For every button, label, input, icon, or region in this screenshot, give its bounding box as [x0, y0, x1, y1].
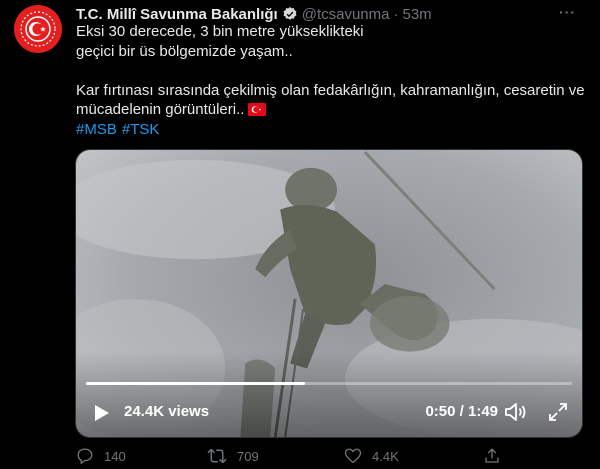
video-progress-fill: [86, 382, 305, 385]
heart-icon: [344, 448, 362, 464]
hashtag-link[interactable]: #TSK: [122, 121, 160, 138]
hashtag-link[interactable]: #MSB: [76, 121, 117, 138]
tweet-line: Eksi 30 derecede, 3 bin metre yükseklikt…: [76, 23, 364, 40]
turkey-flag-icon: [248, 103, 267, 116]
hashtags: #MSB #TSK: [76, 120, 586, 140]
author-handle[interactable]: @tcsavunma: [302, 6, 390, 23]
view-count: 24.4K views: [124, 403, 210, 420]
tweet-time[interactable]: 53m: [402, 6, 431, 23]
volume-icon[interactable]: [504, 402, 528, 422]
verified-badge-icon: [283, 7, 297, 20]
separator-dot: ·: [393, 5, 399, 23]
share-icon: [485, 448, 499, 463]
retweet-count: 709: [237, 448, 259, 464]
retweet-icon: [207, 448, 227, 464]
tweet-line: geçici bir üs bölgemizde yaşam..: [76, 42, 293, 60]
avatar[interactable]: [14, 5, 62, 53]
tweet-text: Eksi 30 derecede, 3 bin metre yükseklikt…: [76, 22, 586, 139]
author-name[interactable]: T.C. Millî Savunma Bakanlığı: [76, 6, 278, 23]
video-progress-bar[interactable]: [86, 382, 572, 385]
tweet-action-bar: 140 709 4.4K: [76, 445, 596, 467]
more-options-icon[interactable]: ···: [559, 4, 576, 20]
video-controls: 24.4K views 0:50 / 1:49: [76, 400, 582, 424]
video-timecode: 0:50 / 1:49: [425, 403, 498, 420]
reply-icon: [77, 448, 93, 465]
tweet-line: mücadelenin görüntüleri..: [76, 100, 586, 120]
reply-count: 140: [104, 448, 126, 464]
msb-emblem-icon: [20, 11, 56, 47]
play-icon[interactable]: [94, 404, 110, 422]
tweet-header: T.C. Millî Savunma Bakanlığı @tcsavunma …: [76, 4, 588, 24]
reply-button[interactable]: 140: [76, 447, 126, 465]
tweet-line: Kar fırtınası sırasında çekilmiş olan fe…: [76, 81, 585, 99]
share-button[interactable]: [483, 447, 511, 465]
video-player[interactable]: 24.4K views 0:50 / 1:49: [75, 149, 583, 438]
retweet-button[interactable]: 709: [207, 447, 259, 465]
video-frame: [76, 150, 582, 437]
fullscreen-icon[interactable]: [548, 402, 568, 422]
like-count: 4.4K: [372, 448, 399, 464]
like-button[interactable]: 4.4K: [344, 447, 399, 465]
